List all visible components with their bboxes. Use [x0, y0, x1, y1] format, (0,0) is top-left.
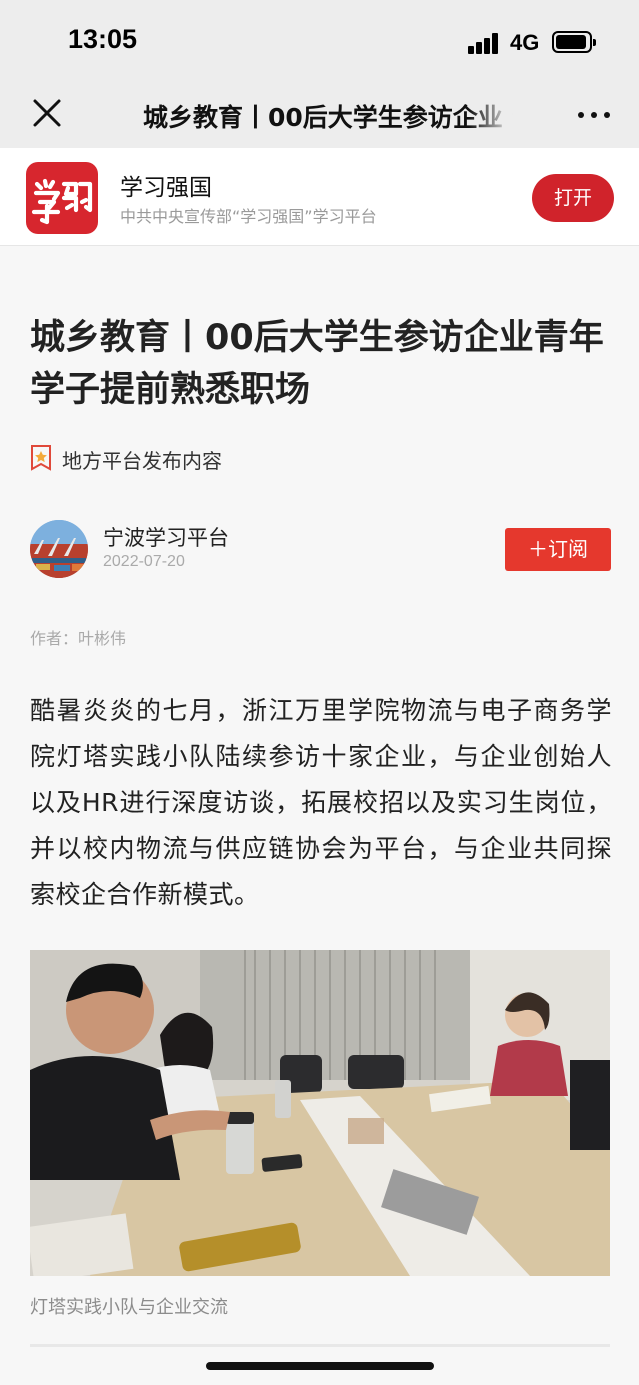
page-title: 城乡教育丨00后大学生参访企业 青年学子提前熟悉职场 [143, 103, 513, 132]
source-tag-label: 地方平台发布内容 [62, 449, 222, 473]
close-button[interactable] [28, 94, 66, 132]
article-byline: 作者：叶彬伟 [30, 629, 127, 648]
nav-bar: 城乡教育丨00后大学生参访企业 青年学子提前熟悉职场 [0, 80, 639, 148]
network-type: 4G [510, 30, 540, 55]
meeting-photo [30, 950, 610, 1276]
author-name[interactable]: 宁波学习平台 [103, 522, 229, 552]
bookmark-star-icon [31, 445, 51, 471]
subscribe-button[interactable]: ＋订阅 [505, 528, 611, 571]
app-description: 中共中央宣传部“学习强国”学习平台 [120, 207, 377, 226]
more-dots-icon [578, 112, 584, 118]
app-name: 学习强国 [120, 175, 212, 201]
cellular-signal-icon [468, 32, 502, 54]
photo-caption: 灯塔实践小队与企业交流 [30, 1297, 228, 1318]
status-time: 13:05 [68, 24, 138, 54]
open-app-button[interactable]: 打开 [532, 174, 614, 222]
publish-date: 2022-07-20 [103, 553, 185, 570]
article-photo[interactable] [30, 950, 610, 1276]
article-title: 城乡教育丨00后大学生参访企业青年学子提前熟悉职场 [30, 318, 604, 410]
app-download-banner: 学习强国 中共中央宣传部“学习强国”学习平台 打开 [0, 148, 639, 246]
avatar[interactable] [30, 520, 88, 578]
more-button[interactable] [574, 100, 614, 130]
app-logo [26, 162, 98, 234]
port-avatar-icon [30, 520, 88, 578]
home-indicator[interactable] [206, 1362, 434, 1370]
status-bar: 13:05 4G [0, 0, 639, 80]
divider [30, 1344, 610, 1347]
close-icon [33, 99, 61, 127]
battery-icon [552, 31, 596, 53]
article-paragraph: 酷暑炎炎的七月，浙江万里学院物流与电子商务学院灯塔实践小队陆续参访十家企业，与企… [30, 696, 612, 909]
xuexi-logo-icon [31, 178, 93, 225]
